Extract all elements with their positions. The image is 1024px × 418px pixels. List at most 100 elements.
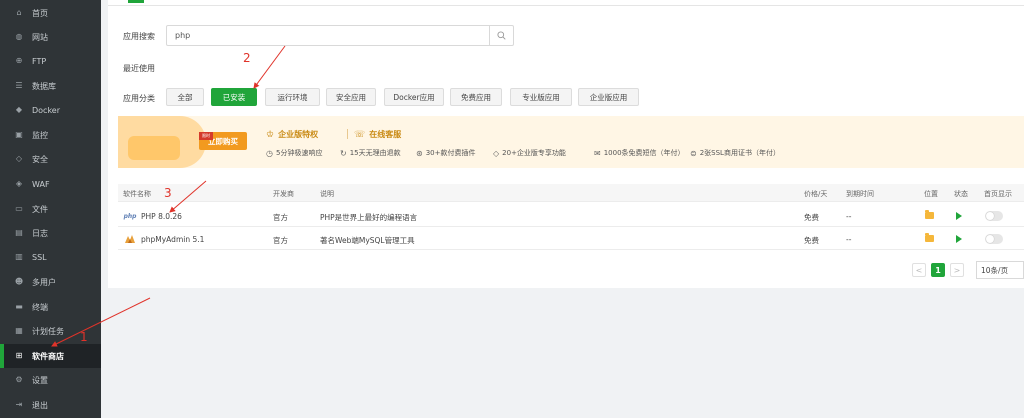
search-button[interactable] — [489, 26, 513, 45]
enterprise-privilege-link[interactable]: ♔ 企业版特权 — [266, 129, 318, 140]
sidebar-item-security[interactable]: ◇ 安全 — [0, 147, 101, 171]
sidebar-item-label: 设置 — [32, 375, 48, 385]
chat-icon: ☏ — [354, 129, 366, 140]
sidebar-item-home[interactable]: ⌂ 首页 — [0, 1, 101, 25]
top-tab-bar — [108, 0, 1024, 6]
search-label: 应用搜索 — [123, 32, 155, 41]
category-docker-button[interactable]: Docker应用 — [384, 88, 444, 106]
column-header-description: 说明 — [320, 190, 334, 198]
enterprise-banner: 立即购买 限时 ♔ 企业版特权 ☏ 在线客服 ◷ 5分钟极速响应 ↻ 15天无理… — [118, 116, 1024, 168]
monitor-icon: ▣ — [15, 130, 23, 139]
sidebar-item-monitor[interactable]: ▣ 监控 — [0, 123, 101, 147]
certificate-icon: ⊜ — [690, 148, 697, 158]
column-header-name[interactable]: 软件名称 — [123, 189, 151, 199]
price-cell: 免费 — [804, 213, 819, 222]
sidebar-item-terminal[interactable]: ▬ 终端 — [0, 295, 101, 319]
shield-icon: ◇ — [15, 154, 23, 163]
sidebar-item-website[interactable]: ◍ 网站 — [0, 25, 101, 49]
sidebar-item-label: 监控 — [32, 130, 48, 140]
database-icon: ☰ — [15, 81, 23, 90]
description-cell: PHP是世界上最好的编程语言 — [320, 213, 418, 222]
folder-icon[interactable] — [925, 233, 934, 242]
software-name-cell[interactable]: php PHP 8.0.26 — [123, 211, 182, 221]
column-header-location: 位置 — [924, 190, 938, 198]
page-size-select[interactable]: 10条/页 — [976, 261, 1024, 279]
sidebar-item-logs[interactable]: ▤ 日志 — [0, 221, 101, 245]
category-pro-button[interactable]: 专业版应用 — [510, 88, 572, 106]
gear-icon: ⚙ — [15, 375, 23, 384]
sidebar-item-files[interactable]: ▭ 文件 — [0, 197, 101, 221]
log-icon: ▤ — [15, 228, 23, 237]
category-security-button[interactable]: 安全应用 — [326, 88, 376, 106]
crown-icon: ♔ — [266, 129, 275, 140]
category-enterprise-button[interactable]: 企业版应用 — [578, 88, 639, 106]
next-page-button[interactable]: > — [950, 263, 964, 277]
ssl-icon: ▥ — [15, 252, 23, 261]
main-panel: 应用搜索 最近使用 应用分类 全部 已安装 运行环境 安全应用 Docker应用… — [108, 0, 1024, 288]
sidebar-item-waf[interactable]: ◈ WAF — [0, 172, 101, 196]
banner-illustration — [118, 116, 206, 168]
grid-icon: ⊞ — [15, 351, 23, 360]
logout-icon: ⇥ — [15, 400, 23, 409]
developer-cell: 官方 — [273, 236, 288, 245]
folder-icon[interactable] — [925, 210, 934, 219]
feature-item: ✉ 1000条免费短信（年付） — [594, 148, 685, 158]
sidebar-item-label: SSL — [32, 252, 47, 262]
calendar-icon: ▦ — [15, 326, 23, 335]
column-header-status: 状态 — [954, 190, 968, 198]
sidebar-item-settings[interactable]: ⚙ 设置 — [0, 368, 101, 392]
category-installed-button[interactable]: 已安装 — [211, 88, 257, 106]
column-header-developer: 开发商 — [273, 190, 294, 198]
phpmyadmin-logo-icon — [123, 234, 137, 244]
column-header-price[interactable]: 价格/天 — [804, 189, 827, 199]
category-label: 应用分类 — [123, 94, 155, 103]
sidebar-item-app-store[interactable]: ⊞ 软件商店 — [0, 344, 101, 368]
page-button-current[interactable]: 1 — [931, 263, 945, 277]
waf-shield-icon: ◈ — [15, 179, 23, 188]
banner-divider — [347, 129, 348, 139]
sidebar-item-users[interactable]: ☻ 多用户 — [0, 270, 101, 294]
folder-icon: ▭ — [15, 204, 23, 213]
category-free-button[interactable]: 免费应用 — [450, 88, 502, 106]
description-cell: 著名Web端MySQL管理工具 — [320, 236, 415, 245]
feature-item: ◷ 5分钟极速响应 — [266, 148, 323, 158]
sidebar-item-ssl[interactable]: ▥ SSL — [0, 245, 101, 269]
annotation-number-2: 2 — [243, 51, 251, 65]
diamond-icon: ◇ — [493, 148, 500, 158]
sidebar-item-label: Docker — [32, 105, 61, 115]
active-tab-indicator — [128, 0, 144, 3]
feature-item: ⊛ 30+款付费插件 — [416, 148, 476, 158]
homepage-display-toggle[interactable] — [985, 234, 1003, 244]
annotation-number-1: 1 — [80, 330, 88, 344]
sidebar-item-docker[interactable]: ◆ Docker — [0, 98, 101, 122]
play-icon[interactable] — [956, 212, 962, 220]
search-input[interactable] — [167, 26, 489, 45]
online-service-link[interactable]: ☏ 在线客服 — [354, 129, 401, 140]
sidebar-item-logout[interactable]: ⇥ 退出 — [0, 393, 101, 417]
sidebar-item-label: 终端 — [32, 302, 48, 312]
sidebar-item-label: 网站 — [32, 32, 48, 42]
refund-icon: ↻ — [340, 148, 347, 158]
category-all-button[interactable]: 全部 — [166, 88, 204, 106]
column-header-homepage: 首页显示 — [984, 190, 1012, 198]
prev-page-button[interactable]: < — [912, 263, 926, 277]
sidebar-item-label: 文件 — [32, 204, 48, 214]
play-icon[interactable] — [956, 235, 962, 243]
docker-icon: ◆ — [15, 105, 23, 114]
feature-item: ↻ 15天无理由退款 — [340, 148, 401, 158]
globe-icon: ◍ — [15, 32, 23, 41]
search-box — [166, 25, 514, 46]
sidebar: ⌂ 首页 ◍ 网站 ⊕ FTP ☰ 数据库 ◆ Docker ▣ 监控 ◇ 安全… — [0, 0, 101, 418]
software-name-cell[interactable]: phpMyAdmin 5.1 — [123, 234, 204, 244]
category-runtime-button[interactable]: 运行环境 — [265, 88, 320, 106]
sidebar-item-label: WAF — [32, 179, 50, 189]
sidebar-item-label: 首页 — [32, 8, 48, 18]
homepage-display-toggle[interactable] — [985, 211, 1003, 221]
sidebar-item-ftp[interactable]: ⊕ FTP — [0, 49, 101, 73]
sidebar-item-label: 软件商店 — [32, 351, 64, 361]
table-row: php PHP 8.0.26 官方 PHP是世界上最好的编程语言 免费 -- — [118, 205, 1024, 227]
search-icon — [497, 31, 506, 40]
sidebar-item-label: 退出 — [32, 400, 48, 410]
sidebar-item-database[interactable]: ☰ 数据库 — [0, 74, 101, 98]
home-icon: ⌂ — [16, 8, 22, 17]
